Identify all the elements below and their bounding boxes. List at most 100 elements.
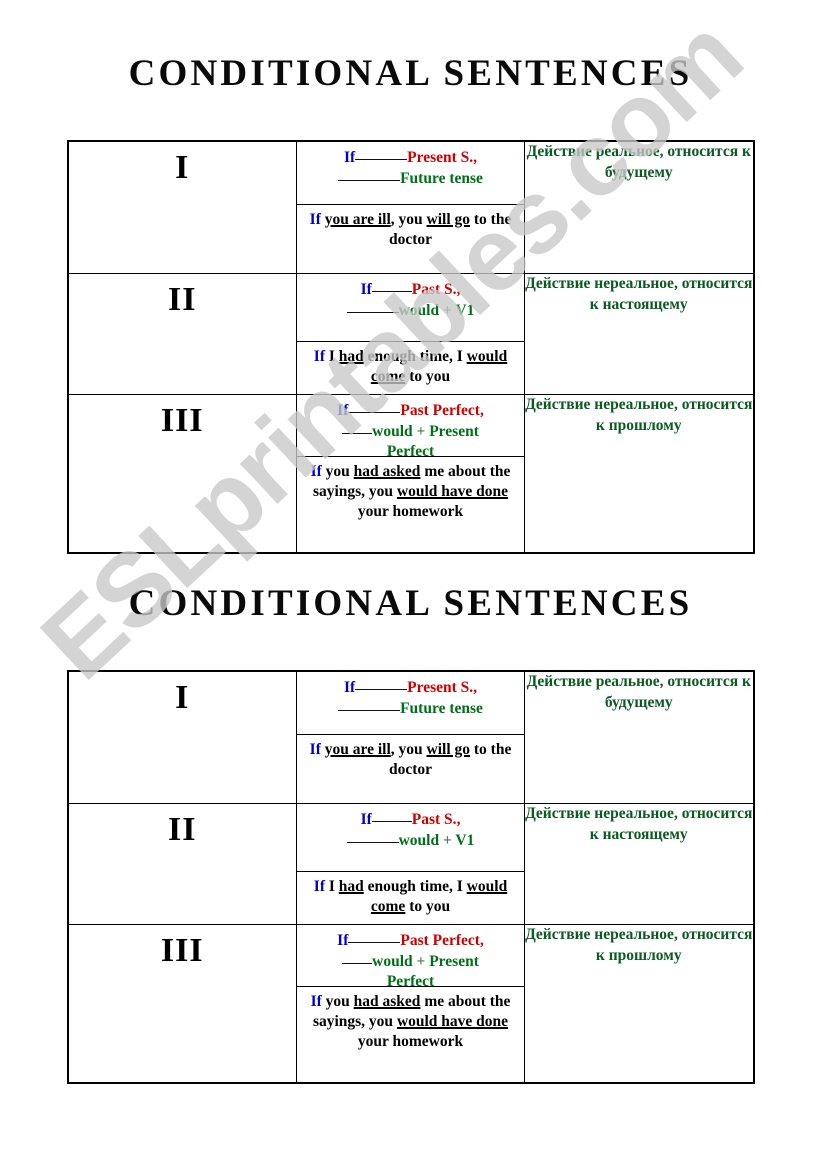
example-underline-1: had: [338, 348, 364, 365]
answer-blank[interactable]: [342, 951, 373, 965]
example-plain-2: your homework: [357, 1033, 464, 1051]
formula-cell: If Past S., would + V1 If I had enough ti…: [296, 803, 525, 925]
if-keyword: If: [310, 463, 322, 480]
table-row: III If Past Perfect, would + Present Perf…: [67, 394, 754, 554]
if-clause-tense: Past Perfect: [400, 402, 480, 419]
if-keyword: If: [343, 149, 356, 166]
formula-pattern: If Past Perfect, would + Present Perfect: [297, 395, 524, 461]
answer-blank[interactable]: [371, 279, 412, 292]
comma: ,: [473, 679, 478, 696]
conditional-type-cell: III: [67, 924, 297, 1084]
example-plain-2: to you: [405, 368, 451, 386]
main-clause-tense-2: V1: [455, 832, 475, 850]
plus-sign: +: [412, 953, 430, 971]
if-keyword: If: [313, 878, 325, 895]
answer-blank[interactable]: [355, 677, 408, 690]
meaning-description: Действие нереальное, относится к прошлом…: [524, 394, 754, 554]
if-keyword: If: [343, 679, 356, 696]
example-sentence: If I had enough time, I would come to yo…: [297, 342, 524, 393]
table-row: III If Past Perfect, would + Present Perf…: [67, 924, 754, 1084]
example-underline-2: will go: [426, 211, 471, 228]
answer-blank[interactable]: [342, 421, 373, 435]
answer-blank[interactable]: [338, 168, 401, 182]
answer-blank[interactable]: [338, 698, 401, 712]
formula-cell: If Past Perfect, would + Present Perfect …: [296, 924, 525, 1084]
example-plain-1: , you: [390, 211, 427, 228]
answer-blank[interactable]: [371, 809, 412, 822]
meaning-description: Действие реальное, относится к будущему: [524, 670, 754, 804]
conditional-numeral: III: [160, 932, 204, 969]
answer-blank[interactable]: [346, 830, 399, 844]
example-underline-1: you are ill: [324, 741, 391, 758]
example-plain-2: to you: [405, 898, 451, 916]
example-plain-0: you: [321, 993, 354, 1010]
main-clause-tense: would: [398, 832, 440, 850]
example-plain-0: you: [321, 463, 354, 480]
if-keyword: If: [309, 741, 321, 758]
if-clause-tense: Present S.: [407, 149, 474, 166]
meaning-description: Действие реальное, относится к будущему: [524, 140, 754, 274]
if-clause-tense: Past Perfect: [400, 932, 480, 949]
conditional-type-cell: III: [67, 394, 297, 554]
example-underline-1: had: [338, 878, 364, 895]
example-plain-2: your homework: [357, 503, 464, 521]
plus-sign: +: [412, 423, 430, 441]
conditional-type-cell: I: [67, 140, 297, 274]
if-keyword: If: [360, 281, 372, 298]
if-keyword: If: [309, 211, 321, 228]
main-clause-tense: Future tense: [400, 170, 483, 188]
example-underline-2: will go: [426, 741, 471, 758]
main-clause-tense-2: Present: [429, 423, 479, 441]
page-title: CONDITIONAL SENTENCES: [128, 583, 693, 624]
conditional-numeral: III: [160, 402, 204, 439]
formula-pattern: If Past Perfect, would + Present Perfect: [297, 925, 524, 990]
page-title: CONDITIONAL SENTENCES: [128, 53, 693, 94]
conditional-numeral: I: [175, 149, 190, 186]
if-keyword: If: [313, 348, 325, 365]
formula-cell: If Past Perfect, would + Present Perfect …: [296, 394, 525, 554]
example-plain-1: enough time, I: [363, 878, 467, 895]
answer-blank[interactable]: [346, 300, 399, 314]
formula-pattern: If Past S., would + V1: [297, 804, 524, 872]
example-plain-1: enough time, I: [363, 348, 467, 365]
main-clause-tense: Future tense: [400, 700, 483, 718]
conditional-type-cell: II: [67, 273, 297, 395]
example-underline-1: had asked: [353, 993, 421, 1010]
if-keyword: If: [337, 402, 349, 419]
plus-sign: +: [439, 302, 456, 320]
main-clause-tense-3: Perfect: [386, 443, 435, 461]
formula-cell: If Present S., Future tense If you are il…: [296, 670, 525, 804]
example-underline-1: you are ill: [324, 211, 391, 228]
main-clause-tense: would: [372, 953, 413, 971]
worksheet-block-2: CONDITIONAL SENTENCES I If Present S., F…: [0, 585, 821, 1084]
conditionals-table: I If Present S., Future tense If you are …: [66, 140, 755, 554]
example-sentence: If you are ill, you will go to the docto…: [297, 735, 524, 786]
if-keyword: If: [360, 811, 372, 828]
table-row: I If Present S., Future tense If you are …: [67, 140, 754, 274]
comma: ,: [456, 811, 461, 828]
example-sentence: If you are ill, you will go to the docto…: [297, 205, 524, 256]
answer-blank[interactable]: [348, 930, 401, 943]
comma: ,: [456, 281, 461, 298]
formula-cell: If Past S., would + V1 If I had enough ti…: [296, 273, 525, 395]
comma: ,: [479, 932, 484, 949]
meaning-description: Действие нереальное, относится к настоящ…: [524, 803, 754, 925]
table-row: II If Past S., would + V1 If I had enough…: [67, 803, 754, 925]
table-row: I If Present S., Future tense If you are …: [67, 670, 754, 804]
example-sentence: If I had enough time, I would come to yo…: [297, 872, 524, 923]
example-plain-1: , you: [390, 741, 427, 758]
if-clause-tense: Present S.: [407, 679, 474, 696]
table-row: II If Past S., would + V1 If I had enough…: [67, 273, 754, 395]
conditional-type-cell: I: [67, 670, 297, 804]
worksheet-block-1: CONDITIONAL SENTENCES I If Present S., F…: [0, 55, 821, 554]
if-keyword: If: [337, 932, 349, 949]
answer-blank[interactable]: [348, 400, 401, 413]
if-keyword: If: [310, 993, 322, 1010]
formula-cell: If Present S., Future tense If you are il…: [296, 140, 525, 274]
example-plain-0: I: [324, 878, 339, 895]
example-plain-0: I: [324, 348, 339, 365]
if-clause-tense: Past S.: [411, 811, 457, 828]
conditional-numeral: II: [168, 281, 197, 318]
conditional-type-cell: II: [67, 803, 297, 925]
answer-blank[interactable]: [355, 147, 408, 160]
